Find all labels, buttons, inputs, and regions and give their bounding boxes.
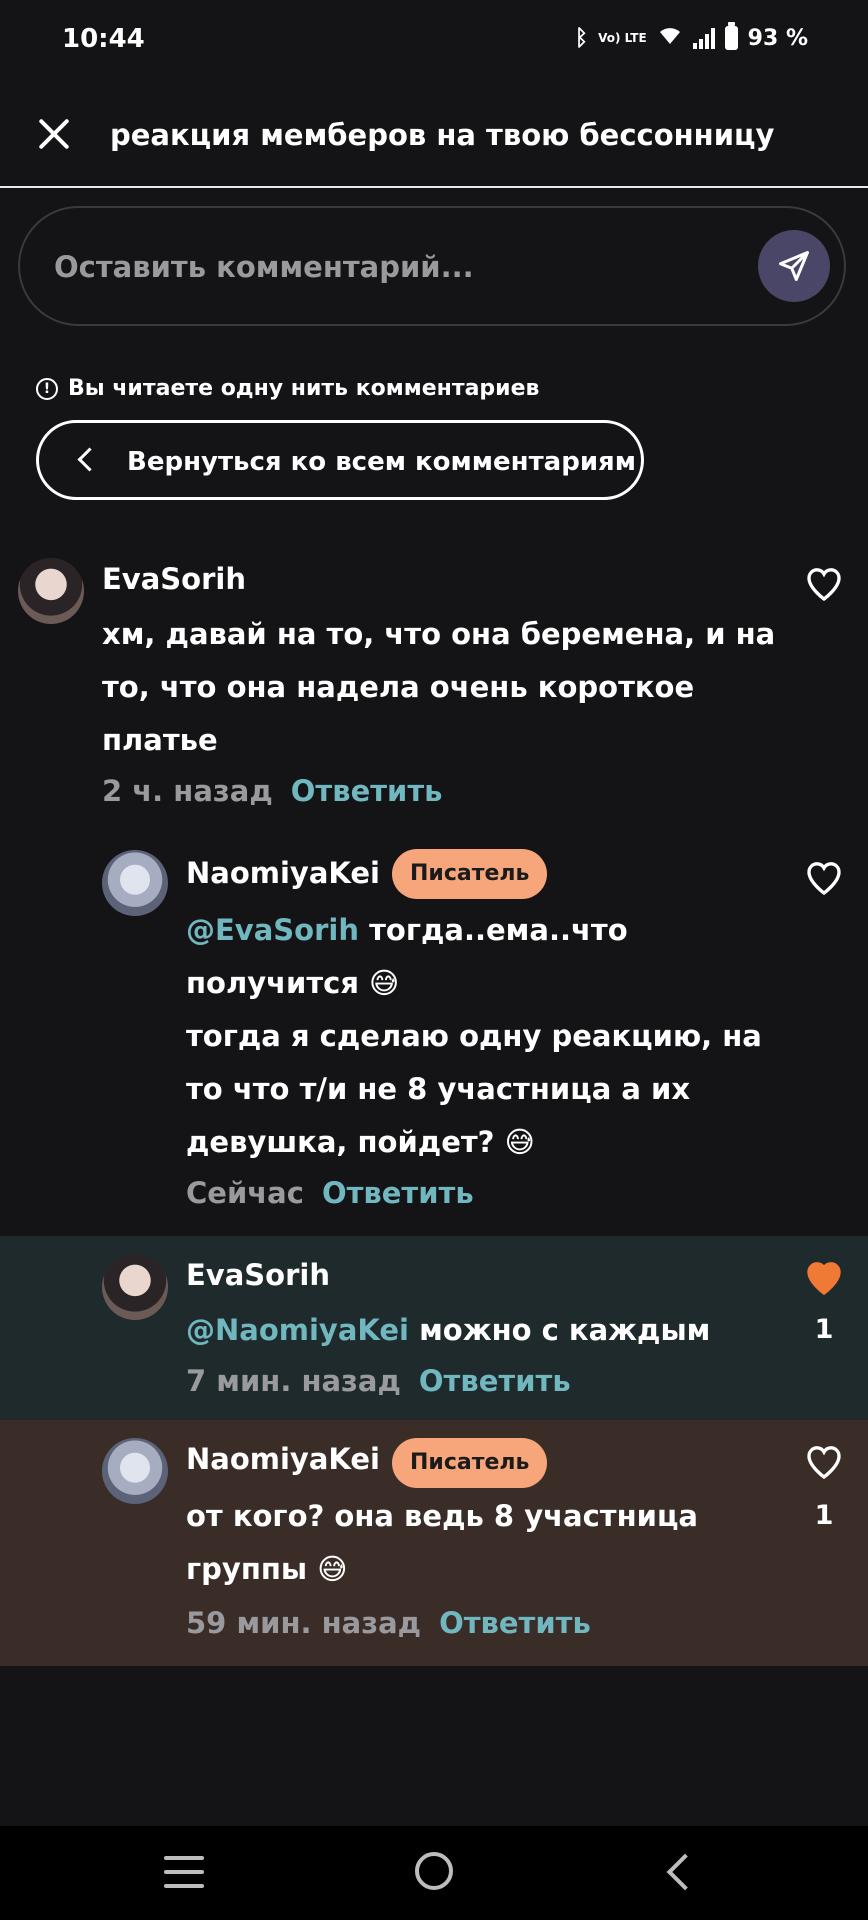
reply-link[interactable]: Ответить xyxy=(419,1364,571,1398)
comment-time: 7 мин. назад xyxy=(186,1364,401,1398)
heart-icon[interactable] xyxy=(804,564,844,604)
reply-link[interactable]: Ответить xyxy=(322,1176,474,1210)
status-time: 10:44 xyxy=(62,24,145,54)
comment-line: то, что она надела очень короткое xyxy=(102,670,695,704)
comment-line: от кого? она ведь 8 участница xyxy=(186,1499,699,1533)
comment-time: 2 ч. назад xyxy=(102,774,273,808)
battery-icon xyxy=(724,22,738,50)
thread-notice: ! Вы читаете одну нить комментариев xyxy=(36,376,539,401)
heart-filled-icon[interactable] xyxy=(804,1258,844,1298)
comment-username[interactable]: EvaSorih xyxy=(102,562,246,596)
close-icon[interactable] xyxy=(32,112,76,156)
comment-line: тогда я сделаю одну реакцию, на xyxy=(186,1019,762,1053)
mention-link[interactable]: @NaomiyaKei xyxy=(186,1313,409,1347)
comment-meta: 2 ч. назад Ответить xyxy=(102,774,443,808)
comment-placeholder[interactable]: Оставить комментарий... xyxy=(54,250,474,284)
writer-badge: Писатель xyxy=(392,1438,548,1488)
mention-link[interactable]: @EvaSorih xyxy=(186,913,359,947)
avatar[interactable] xyxy=(102,1254,168,1320)
comment-line: получится 😅 xyxy=(186,966,400,1000)
page-title: реакция мемберов на твою бессонницу xyxy=(110,118,775,152)
bluetooth-icon: ᛒ xyxy=(574,25,589,51)
comment-text: @EvaSorih тогда..ема..что получится 😅 то… xyxy=(186,904,762,1169)
comment-meta: 59 мин. назад Ответить xyxy=(186,1606,591,1640)
heart-icon[interactable] xyxy=(804,858,844,898)
wifi-icon xyxy=(657,24,683,52)
thread-notice-text: Вы читаете одну нить комментариев xyxy=(68,376,540,401)
comment-line: хм, давай на то, что она беремена, и на xyxy=(102,617,776,651)
comment-line-text: тогда..ема..что xyxy=(369,913,628,947)
status-icons: ᛒ Vo) LTE 93 % xyxy=(574,22,808,52)
back-button-label: Вернуться ко всем комментариям xyxy=(127,447,637,477)
comment-line: @NaomiyaKei можно с каждым xyxy=(186,1304,710,1357)
comment-item: NaomiyaKei Писатель @EvaSorih тогда..ема… xyxy=(0,842,868,1232)
like-count: 1 xyxy=(814,1500,834,1531)
comment-item: NaomiyaKei Писатель от кого? она ведь 8 … xyxy=(0,1420,868,1666)
send-button[interactable] xyxy=(758,230,830,302)
comment-time: Сейчас xyxy=(186,1176,304,1210)
like-count: 1 xyxy=(814,1314,834,1345)
comment-text: хм, давай на то, что она беремена, и на … xyxy=(102,608,775,767)
home-icon[interactable] xyxy=(415,1852,453,1890)
comment-username[interactable]: EvaSorih xyxy=(186,1258,330,1292)
comment-input[interactable]: Оставить комментарий... xyxy=(18,206,846,326)
comment-username[interactable]: NaomiyaKei xyxy=(186,856,380,890)
back-to-all-comments-button[interactable]: Вернуться ко всем комментариям xyxy=(36,420,644,500)
header: реакция мемберов на твою бессонницу xyxy=(0,90,868,188)
signal-icon xyxy=(692,27,715,49)
comment-line: платье xyxy=(102,723,218,757)
system-nav-bar xyxy=(0,1826,868,1920)
comment-meta: Сейчас Ответить xyxy=(186,1176,474,1210)
comment-line-text: можно с каждым xyxy=(419,1313,711,1347)
status-bar: 10:44 ᛒ Vo) LTE 93 % xyxy=(0,0,868,80)
comment-meta: 7 мин. назад Ответить xyxy=(186,1364,571,1398)
writer-badge: Писатель xyxy=(392,849,548,899)
comment-username[interactable]: NaomiyaKei xyxy=(186,1442,380,1476)
recent-apps-icon[interactable] xyxy=(164,1856,204,1890)
reply-link[interactable]: Ответить xyxy=(291,774,443,808)
comment-line: то что т/и не 8 участница а их xyxy=(186,1072,691,1106)
battery-percent: 93 % xyxy=(747,25,808,51)
comment-item: EvaSorih хм, давай на то, что она береме… xyxy=(0,548,868,818)
avatar[interactable] xyxy=(18,558,84,624)
comment-line: @EvaSorih тогда..ема..что xyxy=(186,904,762,957)
reply-link[interactable]: Ответить xyxy=(439,1606,591,1640)
info-icon: ! xyxy=(36,377,58,400)
comment-time: 59 мин. назад xyxy=(186,1606,422,1640)
avatar[interactable] xyxy=(102,850,168,916)
volte-icon: Vo) LTE xyxy=(598,31,647,45)
chevron-left-icon xyxy=(77,447,102,472)
comment-line: группы 😅 xyxy=(186,1552,348,1586)
comment-line: девушка, пойдет? 😅 xyxy=(186,1125,535,1159)
heart-icon[interactable] xyxy=(804,1442,844,1482)
avatar[interactable] xyxy=(102,1438,168,1504)
comment-item: EvaSorih @NaomiyaKei можно с каждым 7 ми… xyxy=(0,1236,868,1420)
comment-text: @NaomiyaKei можно с каждым xyxy=(186,1304,710,1357)
back-icon[interactable] xyxy=(666,1853,704,1891)
comment-text: от кого? она ведь 8 участница группы 😅 xyxy=(186,1490,698,1596)
send-icon xyxy=(779,251,809,281)
